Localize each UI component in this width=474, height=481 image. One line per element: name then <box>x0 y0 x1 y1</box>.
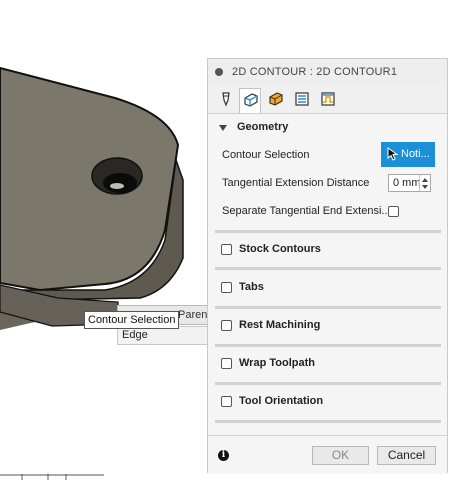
dialog-tabs <box>208 85 447 114</box>
stock-contours-section-header[interactable]: Stock Contours <box>215 240 441 260</box>
stock-contours-title: Stock Contours <box>239 243 321 255</box>
wrap-toolpath-section-header[interactable]: Wrap Toolpath <box>215 354 441 374</box>
section-divider <box>215 382 441 385</box>
tangential-extension-label: Tangential Extension Distance <box>222 177 370 189</box>
rest-machining-checkbox[interactable] <box>221 320 232 331</box>
info-icon[interactable]: i <box>218 450 229 461</box>
wrap-toolpath-title: Wrap Toolpath <box>239 357 315 369</box>
geometry-section-title: Geometry <box>237 121 289 133</box>
tool-orientation-section-header[interactable]: Tool Orientation <box>215 392 441 412</box>
tool-orientation-title: Tool Orientation <box>239 395 324 407</box>
tool-orientation-checkbox[interactable] <box>221 396 232 407</box>
wrap-toolpath-checkbox[interactable] <box>221 358 232 369</box>
ok-button[interactable]: OK <box>312 446 369 465</box>
cursor-arrow-icon <box>387 147 399 161</box>
dialog-title: 2D CONTOUR : 2D CONTOUR1 <box>232 66 398 78</box>
tab-tool[interactable] <box>215 88 237 110</box>
stock-contours-checkbox[interactable] <box>221 244 232 255</box>
tangential-extension-input[interactable]: 0 mm <box>388 174 431 192</box>
dialog-title-bar[interactable]: 2D CONTOUR : 2D CONTOUR1 <box>208 59 447 86</box>
section-divider <box>215 420 441 423</box>
tab-heights[interactable] <box>265 88 287 110</box>
stepper-down-icon[interactable] <box>422 185 428 189</box>
rest-machining-title: Rest Machining <box>239 319 321 331</box>
tab-geometry[interactable] <box>239 88 261 113</box>
tab-linking[interactable] <box>317 88 339 110</box>
selection-button-label: Noti... <box>401 148 430 160</box>
section-divider <box>215 344 441 347</box>
geometry-section-header[interactable]: Geometry <box>215 118 441 138</box>
dialog-menu-icon[interactable] <box>215 68 223 76</box>
contour-selection-tooltip: Contour Selection <box>84 311 180 329</box>
tabs-checkbox[interactable] <box>221 282 232 293</box>
section-divider <box>215 230 441 233</box>
separate-tangential-checkbox[interactable] <box>388 206 399 217</box>
stepper-up-icon[interactable] <box>422 178 428 182</box>
section-divider <box>215 267 441 270</box>
linking-icon <box>321 92 335 106</box>
cancel-button[interactable]: Cancel <box>377 446 436 465</box>
separate-tangential-label: Separate Tangential End Extensi... <box>222 205 391 217</box>
rest-machining-section-header[interactable]: Rest Machining <box>215 316 441 336</box>
geometry-icon <box>244 93 258 107</box>
2d-contour-dialog: 2D CONTOUR : 2D CONTOUR1 Geometry Contou… <box>207 58 448 474</box>
contour-selection-button[interactable]: Noti... <box>381 142 435 167</box>
stepper-arrows[interactable] <box>419 175 430 191</box>
dialog-footer: i OK Cancel <box>208 435 447 474</box>
tabs-section-header[interactable]: Tabs <box>215 278 441 298</box>
passes-icon <box>295 92 309 106</box>
contour-selection-label: Contour Selection <box>222 149 310 161</box>
caret-down-icon <box>219 125 227 131</box>
section-divider <box>215 306 441 309</box>
tab-passes[interactable] <box>291 88 313 110</box>
tool-icon <box>222 92 230 107</box>
tabs-title: Tabs <box>239 281 264 293</box>
heights-icon <box>269 92 283 106</box>
tangential-extension-value: 0 mm <box>393 177 421 189</box>
